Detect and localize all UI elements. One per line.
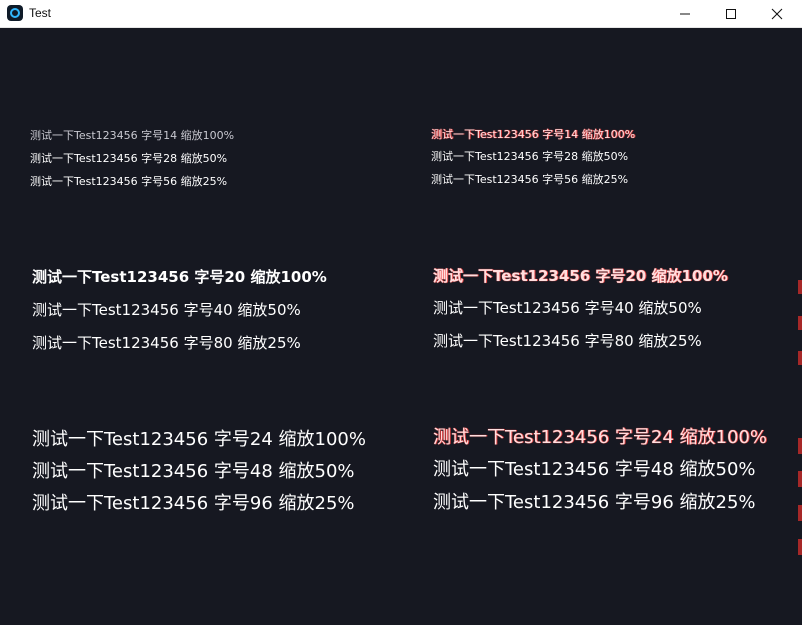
sample-left-20-100: 测试一下Test123456 字号20 缩放100% (32, 268, 327, 286)
sample-left-40-50: 测试一下Test123456 字号40 缩放50% (32, 301, 301, 319)
maximize-button[interactable] (708, 0, 754, 28)
sample-right-80-25: 测试一下Test123456 字号80 缩放25% (433, 332, 702, 350)
minimize-button[interactable] (662, 0, 708, 28)
minimize-icon (680, 13, 690, 15)
sample-left-56-25: 测试一下Test123456 字号56 缩放25% (30, 175, 228, 188)
maximize-icon (726, 9, 736, 19)
sample-left-28-50: 测试一下Test123456 字号28 缩放50% (30, 152, 228, 165)
clipped-glyph-fragment (798, 505, 802, 521)
sample-right-56-25: 测试一下Test123456 字号56 缩放25% (431, 173, 629, 186)
sample-right-28-50: 测试一下Test123456 字号28 缩放50% (431, 150, 629, 163)
sample-right-96-25: 测试一下Test123456 字号96 缩放25% (433, 492, 756, 513)
clipped-glyph-fragment (798, 316, 802, 330)
sample-right-14-100: 测试一下Test123456 字号14 缩放100% (431, 128, 636, 141)
sample-left-48-50: 测试一下Test123456 字号48 缩放50% (32, 461, 355, 482)
sample-left-80-25: 测试一下Test123456 字号80 缩放25% (32, 334, 301, 352)
clipped-glyph-fragment (798, 471, 802, 487)
clipped-glyph-fragment (798, 438, 802, 454)
close-button[interactable] (754, 0, 800, 28)
sample-right-20-100: 测试一下Test123456 字号20 缩放100% (433, 267, 728, 285)
sample-left-14-100: 测试一下Test123456 字号14 缩放100% (30, 129, 235, 142)
window-title: Test (29, 6, 52, 20)
sample-right-40-50: 测试一下Test123456 字号40 缩放50% (433, 299, 702, 317)
clipped-glyph-fragment (798, 280, 802, 294)
sample-left-96-25: 测试一下Test123456 字号96 缩放25% (32, 493, 355, 514)
sample-left-24-100: 测试一下Test123456 字号24 缩放100% (32, 429, 366, 450)
app-window: Test 测试一下Test123456 字号14 缩放100% 测试一下Test… (0, 0, 802, 625)
sample-right-24-100: 测试一下Test123456 字号24 缩放100% (433, 427, 767, 448)
render-canvas: 测试一下Test123456 字号14 缩放100% 测试一下Test12345… (0, 28, 802, 625)
clipped-glyph-fragment (798, 539, 802, 555)
sample-right-48-50: 测试一下Test123456 字号48 缩放50% (433, 459, 756, 480)
clipped-glyph-fragment (798, 351, 802, 365)
title-bar[interactable]: Test (0, 0, 802, 28)
close-icon (771, 8, 783, 20)
app-icon (7, 5, 23, 21)
